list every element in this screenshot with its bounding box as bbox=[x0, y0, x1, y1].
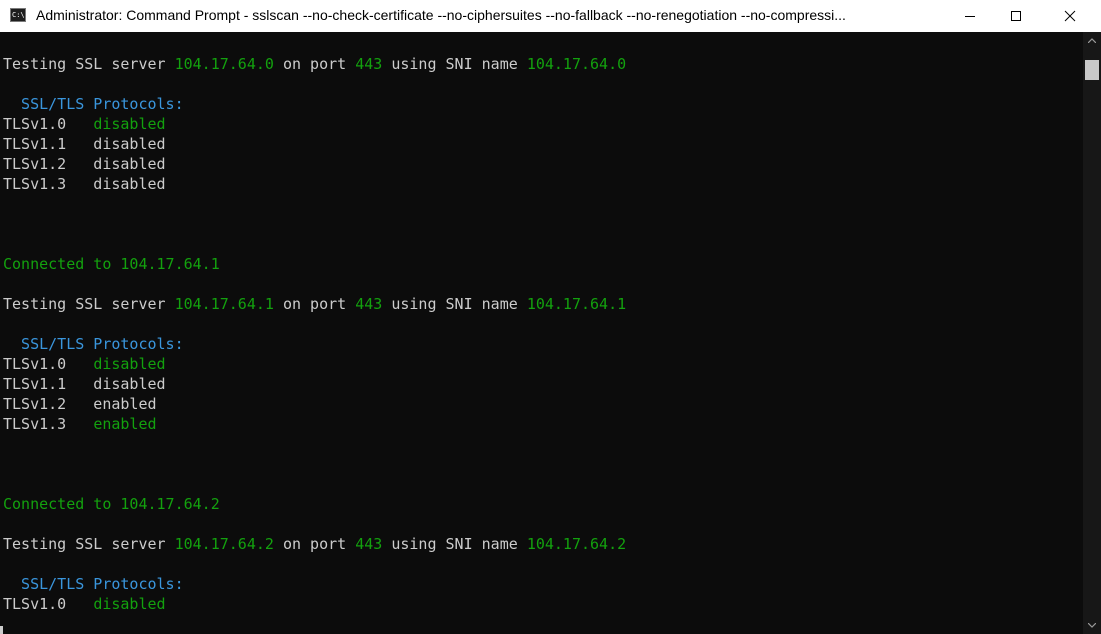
minimize-button[interactable] bbox=[947, 0, 993, 32]
console-text: disabled bbox=[93, 355, 166, 373]
cmd-icon[interactable]: C:\ bbox=[10, 8, 26, 22]
console-text: TLSv1.2 disabled bbox=[3, 155, 166, 173]
console-text: 104.17.64.0 bbox=[174, 55, 274, 73]
title-bar[interactable]: C:\ Administrator: Command Prompt - ssls… bbox=[0, 0, 1101, 32]
console-text: 104.17.64.0 bbox=[526, 55, 627, 73]
console-text: enabled bbox=[93, 415, 157, 433]
console-text: Testing SSL server bbox=[3, 295, 175, 313]
chevron-up-icon bbox=[1088, 38, 1096, 43]
close-button[interactable] bbox=[1039, 0, 1101, 32]
console-line: TLSv1.2 disabled bbox=[3, 154, 626, 174]
console-text: TLSv1.0 bbox=[3, 355, 94, 373]
console-text: TLSv1.0 bbox=[3, 115, 94, 133]
console-text: disabled bbox=[93, 595, 166, 613]
console-text: TLSv1.2 enabled bbox=[3, 395, 157, 413]
console-text: Connected to 104.17.64.1 bbox=[3, 255, 220, 273]
console-text: on port bbox=[273, 55, 356, 73]
console-text: on port bbox=[273, 535, 356, 553]
console-text: using SNI name bbox=[382, 535, 527, 553]
console-text: TLSv1.1 disabled bbox=[3, 375, 166, 393]
scroll-down-button[interactable] bbox=[1083, 617, 1101, 634]
minimize-icon bbox=[965, 16, 975, 17]
console-line: Testing SSL server 104.17.64.1 on port 4… bbox=[3, 294, 626, 314]
console-line: TLSv1.0 disabled bbox=[3, 354, 626, 374]
console-line: Testing SSL server 104.17.64.2 on port 4… bbox=[3, 534, 626, 554]
console-text: 443 bbox=[355, 295, 383, 313]
console-text: TLSv1.1 disabled bbox=[3, 135, 166, 153]
console-text: Connected to 104.17.64.2 bbox=[3, 495, 220, 513]
console-text: disabled bbox=[93, 115, 166, 133]
console-text: SSL/TLS Protocols: bbox=[3, 335, 184, 353]
console-text: SSL/TLS Protocols: bbox=[3, 95, 184, 113]
chevron-down-icon bbox=[1088, 623, 1096, 628]
console-lines: Testing SSL server 104.17.64.0 on port 4… bbox=[3, 54, 626, 614]
console-text: 443 bbox=[355, 55, 383, 73]
console-line: TLSv1.0 disabled bbox=[3, 594, 626, 614]
console-text: using SNI name bbox=[382, 55, 527, 73]
console-text: using SNI name bbox=[382, 295, 527, 313]
console-text: Testing SSL server bbox=[3, 535, 175, 553]
console-line: TLSv1.1 disabled bbox=[3, 134, 626, 154]
console-line: TLSv1.1 disabled bbox=[3, 374, 626, 394]
console-output[interactable]: Testing SSL server 104.17.64.0 on port 4… bbox=[0, 32, 1083, 634]
console-line: SSL/TLS Protocols: bbox=[3, 574, 626, 594]
console-line: TLSv1.3 enabled bbox=[3, 414, 626, 434]
console-text: Testing SSL server bbox=[3, 55, 175, 73]
console-text: 104.17.64.1 bbox=[174, 295, 274, 313]
scroll-up-button[interactable] bbox=[1083, 32, 1101, 49]
console-line: Connected to 104.17.64.2 bbox=[3, 494, 626, 514]
console-line: TLSv1.2 enabled bbox=[3, 394, 626, 414]
console-line: TLSv1.3 disabled bbox=[3, 174, 626, 194]
console-text: on port bbox=[273, 295, 356, 313]
console-text: 443 bbox=[355, 535, 383, 553]
console-text: 104.17.64.1 bbox=[526, 295, 627, 313]
console-text: TLSv1.3 disabled bbox=[3, 175, 166, 193]
console-line: TLSv1.0 disabled bbox=[3, 114, 626, 134]
scroll-thumb[interactable] bbox=[1085, 60, 1099, 80]
window-title: Administrator: Command Prompt - sslscan … bbox=[36, 7, 846, 23]
console-line: SSL/TLS Protocols: bbox=[3, 334, 626, 354]
console-text: TLSv1.0 bbox=[3, 595, 94, 613]
console-text: SSL/TLS Protocols: bbox=[3, 575, 184, 593]
console-line: SSL/TLS Protocols: bbox=[3, 94, 626, 114]
maximize-icon bbox=[1011, 11, 1021, 21]
text-cursor bbox=[0, 626, 3, 634]
console-line: Testing SSL server 104.17.64.0 on port 4… bbox=[3, 54, 626, 74]
console-text: TLSv1.3 bbox=[3, 415, 94, 433]
vertical-scrollbar[interactable] bbox=[1083, 32, 1101, 634]
maximize-button[interactable] bbox=[993, 0, 1039, 32]
close-icon bbox=[1064, 10, 1076, 22]
console-text: 104.17.64.2 bbox=[526, 535, 627, 553]
console-text: 104.17.64.2 bbox=[174, 535, 274, 553]
console-line: Connected to 104.17.64.1 bbox=[3, 254, 626, 274]
